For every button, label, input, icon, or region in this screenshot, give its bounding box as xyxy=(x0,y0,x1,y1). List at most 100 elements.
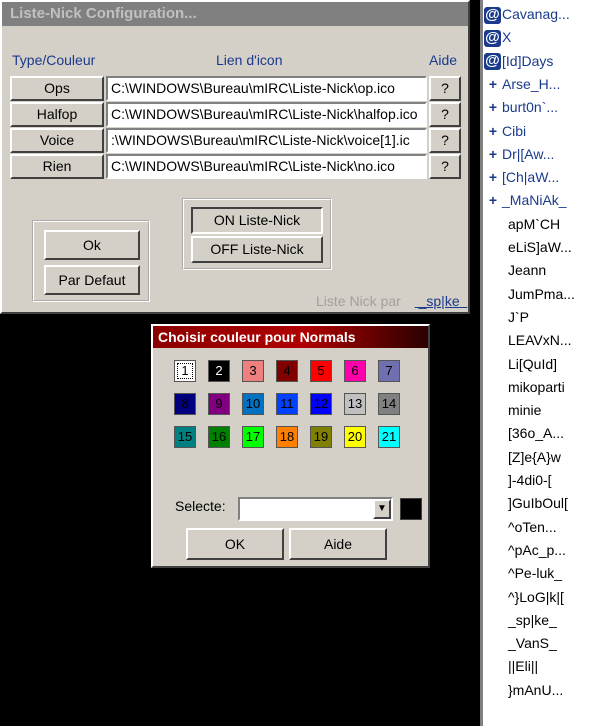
plus-voice-icon: + xyxy=(488,192,498,209)
credit-link[interactable]: _sp|ke xyxy=(415,293,468,309)
type-button-voice[interactable]: Voice xyxy=(10,128,104,153)
nick-item[interactable]: Li[QuId] xyxy=(508,353,557,375)
icon-path-field[interactable]: C:\WINDOWS\Bureau\mIRC\Liste-Nick\halfop… xyxy=(106,102,427,127)
type-button-ops[interactable]: Ops xyxy=(10,76,104,101)
nick-item[interactable]: eLiS]aW... xyxy=(508,236,572,258)
nick-label: eLiS]aW... xyxy=(508,239,572,255)
nick-label: LEAVxN... xyxy=(508,332,572,349)
nick-item[interactable]: ||Eli|| xyxy=(508,655,538,677)
nick-label: JumPma... xyxy=(508,285,575,302)
nick-label: _MaNiAk_ xyxy=(502,192,567,209)
help-button[interactable]: ? xyxy=(429,128,461,153)
nick-label: apM`CH xyxy=(508,215,561,232)
nick-item[interactable]: J`P xyxy=(508,306,529,328)
color-help-button[interactable]: Aide xyxy=(289,528,387,560)
color-swatch-4[interactable]: 4 xyxy=(276,360,298,382)
color-ok-button[interactable]: OK xyxy=(186,528,284,560)
type-button-halfop[interactable]: Halfop xyxy=(10,102,104,127)
nick-item[interactable]: ^}LoG|k|[ xyxy=(508,586,564,608)
header-type: Type/Couleur xyxy=(12,52,96,68)
help-button[interactable]: ? xyxy=(429,76,461,101)
config-window: Liste-Nick Configuration... Type/Couleur… xyxy=(0,0,470,314)
nick-item[interactable]: @ [Id]Days xyxy=(484,50,553,72)
type-button-rien[interactable]: Rien xyxy=(10,154,104,179)
icon-path-field[interactable]: :\WINDOWS\Bureau\mIRC\Liste-Nick\voice[1… xyxy=(106,128,427,153)
nick-item[interactable]: ^Pe-luk_ xyxy=(508,562,562,584)
nick-label: X xyxy=(502,29,512,46)
nick-item[interactable]: _sp|ke_ xyxy=(508,609,557,631)
color-swatch-17[interactable]: 17 xyxy=(242,426,264,448)
color-swatch-8[interactable]: 8 xyxy=(174,393,196,415)
nick-item[interactable]: ]GuIbOul[ xyxy=(508,492,568,514)
nick-item[interactable]: [Z]e{A}w xyxy=(508,446,561,468)
header-link: Lien d'icon xyxy=(216,52,283,68)
off-liste-nick-button[interactable]: OFF Liste-Nick xyxy=(191,236,323,263)
nick-item[interactable]: }mAnU... xyxy=(508,679,563,701)
color-swatch-10[interactable]: 10 xyxy=(242,393,264,415)
nick-item[interactable]: + [Ch|aW... xyxy=(484,166,559,188)
nick-label: _VanS_ xyxy=(508,635,557,652)
help-button[interactable]: ? xyxy=(429,154,461,179)
header-help: Aide xyxy=(429,52,458,68)
help-button[interactable]: ? xyxy=(429,102,461,127)
nick-item[interactable]: + burt0n`... xyxy=(484,96,558,118)
chevron-down-icon[interactable]: ▼ xyxy=(373,499,391,519)
icon-path-field[interactable]: C:\WINDOWS\Bureau\mIRC\Liste-Nick\no.ico xyxy=(106,154,427,179)
nick-item[interactable]: _VanS_ xyxy=(508,632,557,654)
nick-label: ||Eli|| xyxy=(508,658,539,675)
color-swatch-7[interactable]: 7 xyxy=(378,360,400,382)
nick-list[interactable]: @ Cavanag... @ X @ [Id]Days + Arse_H... + burt0n`… xyxy=(480,0,600,726)
color-swatch-18[interactable]: 18 xyxy=(276,426,298,448)
plus-voice-icon: + xyxy=(488,122,498,139)
nick-item[interactable]: apM`CH xyxy=(508,213,560,235)
nick-item[interactable]: mikoparti xyxy=(508,376,565,398)
at-op-icon: @ xyxy=(484,29,501,48)
color-swatch-9[interactable]: 9 xyxy=(208,393,230,415)
nick-item[interactable]: JumPma... xyxy=(508,283,575,305)
color-swatch-16[interactable]: 16 xyxy=(208,426,230,448)
nick-item[interactable]: ]-4di0-[ xyxy=(508,469,552,491)
nick-item[interactable]: ^oTen... xyxy=(508,516,557,538)
color-swatch-5[interactable]: 5 xyxy=(310,360,332,382)
nick-item[interactable]: + Arse_H... xyxy=(484,73,560,95)
config-window-title: Liste-Nick Configuration... xyxy=(2,2,468,26)
color-swatch-1[interactable]: 1 xyxy=(174,360,196,382)
credit-text: Liste Nick par _sp|ke xyxy=(316,293,467,309)
nick-label: [Z]e{A}w xyxy=(508,448,561,465)
nick-item[interactable]: @ X xyxy=(484,26,511,48)
color-swatch-2[interactable]: 2 xyxy=(208,360,230,382)
color-swatch-6[interactable]: 6 xyxy=(344,360,366,382)
color-swatch-20[interactable]: 20 xyxy=(344,426,366,448)
color-dialog: Choisir couleur pour Normals Selecte: ▼ … xyxy=(151,324,430,568)
select-color-dropdown[interactable]: ▼ xyxy=(238,497,393,521)
select-label: Selecte: xyxy=(175,498,226,514)
nick-item[interactable]: [36o_A... xyxy=(508,422,564,444)
color-swatch-14[interactable]: 14 xyxy=(378,393,400,415)
nick-item[interactable]: + Cibi xyxy=(484,120,526,142)
nick-label: }mAnU... xyxy=(508,681,564,698)
nick-item[interactable]: + Dr|[Aw... xyxy=(484,143,554,165)
color-swatch-11[interactable]: 11 xyxy=(276,393,298,415)
nick-label: ^}LoG|k|[ xyxy=(508,588,564,605)
nick-item[interactable]: ^pAc_p... xyxy=(508,539,566,561)
nick-label: burt0n`... xyxy=(502,99,559,116)
nick-item[interactable]: Jeann xyxy=(508,259,546,281)
color-swatch-21[interactable]: 21 xyxy=(378,426,400,448)
plus-voice-icon: + xyxy=(488,75,498,92)
ok-button[interactable]: Ok xyxy=(44,230,140,260)
color-swatch-13[interactable]: 13 xyxy=(344,393,366,415)
nick-item[interactable]: LEAVxN... xyxy=(508,329,572,351)
nick-item[interactable]: @ Cavanag... xyxy=(484,3,570,25)
icon-path-field[interactable]: C:\WINDOWS\Bureau\mIRC\Liste-Nick\op.ico xyxy=(106,76,427,101)
nick-item[interactable]: minie xyxy=(508,399,541,421)
on-liste-nick-button[interactable]: ON Liste-Nick xyxy=(191,207,323,234)
color-dialog-title: Choisir couleur pour Normals xyxy=(153,326,428,348)
default-button[interactable]: Par Defaut xyxy=(44,265,140,295)
color-swatch-12[interactable]: 12 xyxy=(310,393,332,415)
color-swatch-3[interactable]: 3 xyxy=(242,360,264,382)
nick-label: [Ch|aW... xyxy=(502,169,560,186)
color-swatch-15[interactable]: 15 xyxy=(174,426,196,448)
color-swatch-19[interactable]: 19 xyxy=(310,426,332,448)
nick-label: Dr|[Aw... xyxy=(502,145,555,162)
nick-item[interactable]: + _MaNiAk_ xyxy=(484,189,567,211)
